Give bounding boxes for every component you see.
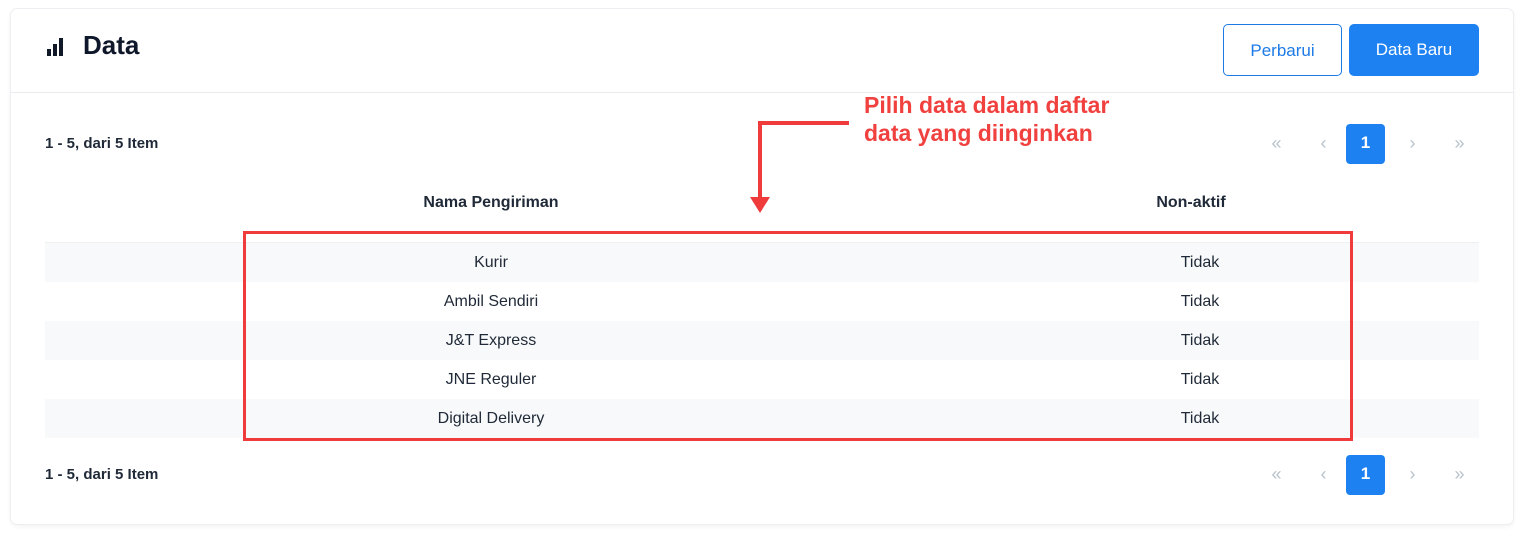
next-page-button[interactable]: ›: [1393, 455, 1432, 495]
last-page-button[interactable]: »: [1440, 124, 1479, 164]
pagination-top: « ‹ 1 › »: [1257, 124, 1481, 164]
annotation-line-1: Pilih data dalam daftar: [864, 92, 1110, 118]
annotation-line-2: data yang diinginkan: [864, 120, 1093, 146]
page-1-button[interactable]: 1: [1346, 455, 1385, 495]
prev-page-button[interactable]: ‹: [1304, 124, 1343, 164]
pagination-range-top: 1 - 5, dari 5 Item: [45, 135, 159, 152]
pagination-bottom: « ‹ 1 › »: [1257, 455, 1481, 495]
last-page-button[interactable]: »: [1440, 455, 1479, 495]
column-header-inactive[interactable]: Non-aktif: [1091, 194, 1291, 212]
first-page-button[interactable]: «: [1257, 455, 1296, 495]
refresh-button[interactable]: Perbarui: [1223, 24, 1342, 76]
bar-chart-icon: [47, 38, 67, 56]
page-title: Data: [83, 30, 140, 60]
data-card: Data Perbarui Data Baru 1 - 5, dari 5 It…: [11, 9, 1513, 524]
pagination-range-bottom: 1 - 5, dari 5 Item: [45, 466, 159, 483]
selection-highlight-box: [243, 231, 1353, 441]
next-page-button[interactable]: ›: [1393, 124, 1432, 164]
page-1-button[interactable]: 1: [1346, 124, 1385, 164]
annotation-text: Pilih data dalam daftar data yang diingi…: [864, 91, 1184, 147]
annotation-arrow-icon: [750, 121, 849, 213]
column-header-name[interactable]: Nama Pengiriman: [371, 194, 611, 212]
prev-page-button[interactable]: ‹: [1304, 455, 1343, 495]
first-page-button[interactable]: «: [1257, 124, 1296, 164]
card-header: Data Perbarui Data Baru: [11, 9, 1513, 93]
new-data-button[interactable]: Data Baru: [1349, 24, 1479, 76]
